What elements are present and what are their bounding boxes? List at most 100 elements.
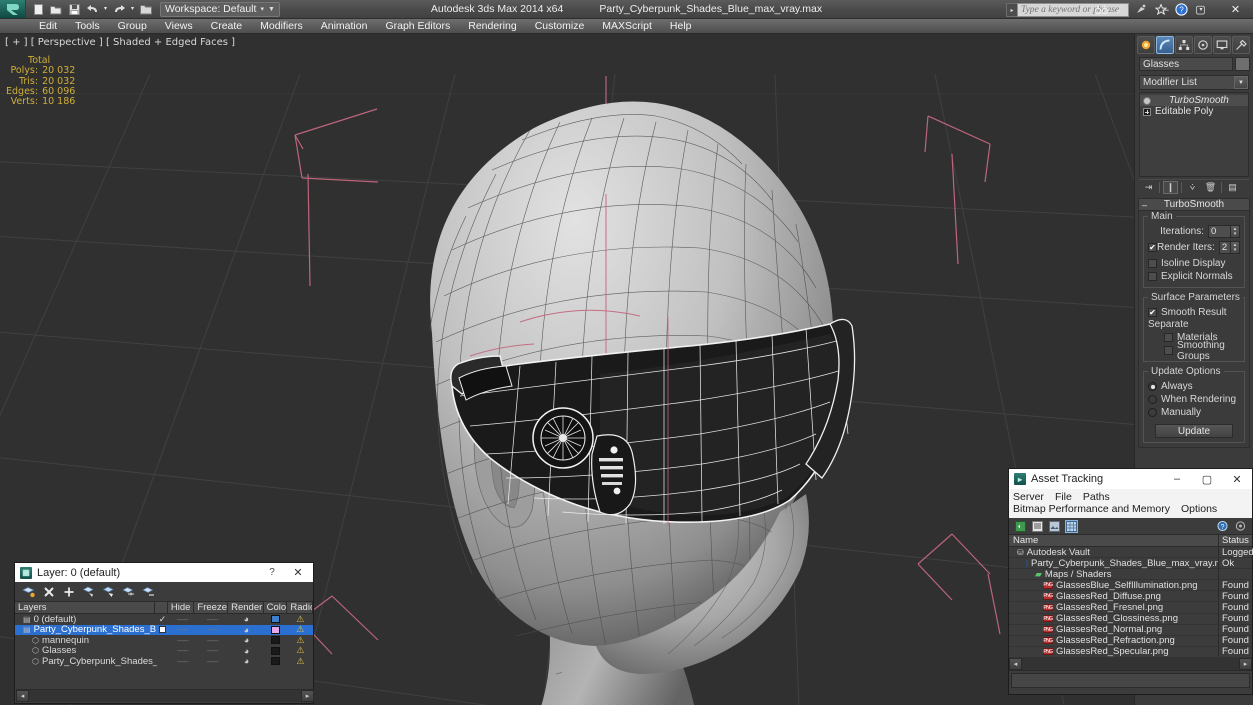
table-row[interactable]: ⬡ Party_Cyberpunk_Shades_Blue ––– ––– ◕ …	[15, 656, 313, 667]
table-row[interactable]: ▤ 0 (default) ✓ ––– ––– ◕ ⚠	[15, 614, 313, 625]
redo-button[interactable]	[111, 2, 127, 17]
layer-hide-cell[interactable]: –––	[169, 636, 195, 645]
hide-unhide-icon[interactable]	[122, 585, 135, 598]
column-select[interactable]	[155, 602, 168, 613]
layer-radiosity-cell[interactable]: ⚠	[288, 614, 313, 625]
display-tab[interactable]	[1213, 36, 1231, 54]
layer-render-cell[interactable]: ◕	[229, 625, 264, 635]
layer-render-cell[interactable]: ◕	[229, 614, 264, 624]
iterations-value[interactable]: 0	[1208, 225, 1231, 238]
menu-help[interactable]: Help	[661, 19, 701, 34]
help-icon[interactable]: ?	[1216, 520, 1229, 533]
layer-radiosity-cell[interactable]: ⚠	[288, 624, 313, 635]
asset-menu-server[interactable]: Server	[1013, 491, 1044, 503]
table-row[interactable]: ⬡ Glasses ––– ––– ◕ ⚠	[15, 645, 313, 656]
collapse-icon[interactable]: –	[1142, 200, 1147, 210]
hierarchy-tab[interactable]	[1175, 36, 1193, 54]
thumbnail-view-icon[interactable]	[1048, 520, 1061, 533]
menu-group[interactable]: Group	[109, 19, 156, 34]
undo-dropdown-button[interactable]: ▾	[102, 2, 109, 17]
scroll-left-button[interactable]: ◂	[1009, 658, 1022, 671]
layers-dialog-titlebar[interactable]: ▦ Layer: 0 (default) ? ✕	[15, 563, 313, 582]
asset-name-cell[interactable]: PNG GlassesRed_Normal.png	[1009, 624, 1219, 636]
modify-tab[interactable]	[1156, 36, 1174, 54]
column-layers[interactable]: Layers	[15, 602, 155, 613]
smooth-result-row[interactable]: ✔ Smooth Result	[1148, 306, 1240, 319]
about-icon[interactable]	[1234, 520, 1247, 533]
search-dropdown-icon[interactable]: ▸	[1006, 3, 1017, 17]
asset-name-cell[interactable]: PNG GlassesRed_Refraction.png	[1009, 635, 1219, 647]
asset-menu-paths[interactable]: Paths	[1083, 491, 1110, 503]
asset-tracking-dialog[interactable]: ▸ Asset Tracking – ▢ ✕ Server File PathsBi…	[1008, 468, 1253, 695]
layer-hide-cell[interactable]: –––	[169, 615, 195, 624]
column-render[interactable]: Render	[228, 602, 264, 613]
modifier-list-dropdown[interactable]: Modifier List ▼	[1139, 75, 1249, 90]
asset-name-cell[interactable]: Party_Cyberpunk_Shades_Blue_max_vray.max	[1009, 557, 1219, 569]
save-file-button[interactable]	[66, 2, 82, 17]
add-selection-to-layer-icon[interactable]	[62, 585, 75, 598]
show-end-result-icon[interactable]: ❙	[1163, 180, 1178, 194]
asset-name-cell[interactable]: ▰ Maps / Shaders	[1009, 568, 1219, 580]
scroll-right-button[interactable]: ▸	[301, 690, 314, 702]
render-iters-value[interactable]: 2	[1218, 241, 1231, 254]
table-row[interactable]: PNG GlassesRed_Normal.png Found	[1009, 624, 1252, 636]
layer-radiosity-cell[interactable]: ⚠	[288, 656, 313, 667]
asset-minimize-button[interactable]: –	[1162, 469, 1192, 489]
menu-tools[interactable]: Tools	[66, 19, 109, 34]
iterations-spinner[interactable]: 0 ▴ ▾	[1208, 225, 1240, 238]
table-row[interactable]: PNG GlassesRed_Fresnel.png Found	[1009, 601, 1252, 614]
select-objects-in-layer-icon[interactable]	[82, 585, 95, 598]
layer-freeze-cell[interactable]: –––	[196, 646, 229, 655]
satellite-icon[interactable]	[1134, 2, 1148, 16]
asset-row-list[interactable]: ⛁ Autodesk Vault Logged Party_Cyberpunk_…	[1009, 546, 1253, 658]
wrench-icon[interactable]	[1114, 2, 1128, 16]
update-always-row[interactable]: Always	[1148, 380, 1240, 393]
asset-maximize-button[interactable]: ▢	[1192, 469, 1222, 489]
layer-hide-cell[interactable]: –––	[169, 657, 195, 666]
layer-name-cell[interactable]: ⬡ Glasses	[15, 645, 157, 656]
undo-button[interactable]	[84, 2, 100, 17]
menu-views[interactable]: Views	[156, 19, 202, 34]
layers-row-list[interactable]: ▤ 0 (default) ✓ ––– ––– ◕ ⚠ ▤ Party_Cybe…	[15, 614, 313, 676]
layer-name-cell[interactable]: ▤ 0 (default)	[15, 614, 156, 625]
scroll-left-button[interactable]: ◂	[16, 690, 29, 702]
layer-hide-cell[interactable]: –––	[169, 625, 195, 634]
render-iters-spin-arrows[interactable]: ▴ ▾	[1231, 241, 1240, 254]
create-new-layer-icon[interactable]	[22, 585, 35, 598]
table-row[interactable]: ▰ Maps / Shaders	[1009, 568, 1252, 581]
close-button[interactable]: ✕	[1218, 0, 1253, 19]
asset-horizontal-scrollbar[interactable]: ◂ ▸	[1009, 657, 1252, 671]
grid-view-icon[interactable]	[1065, 519, 1078, 533]
asset-name-cell[interactable]: PNG GlassesRed_Glossiness.png	[1009, 613, 1219, 625]
layer-freeze-cell[interactable]: –––	[196, 657, 229, 666]
table-row[interactable]: Party_Cyberpunk_Shades_Blue_max_vray.max…	[1009, 557, 1252, 570]
project-folder-button[interactable]	[138, 2, 154, 17]
layer-color-cell[interactable]	[264, 615, 288, 624]
menu-edit[interactable]: Edit	[30, 19, 66, 34]
table-row[interactable]: ⬡ mannequin ––– ––– ◕ ⚠	[15, 635, 313, 646]
list-view-icon[interactable]	[1031, 520, 1044, 533]
app-logo-icon[interactable]	[0, 0, 26, 18]
create-tab[interactable]	[1137, 36, 1155, 54]
layer-color-cell[interactable]	[264, 625, 288, 634]
layer-color-cell[interactable]	[264, 657, 287, 666]
asset-menu-bitmap-performance[interactable]: Bitmap Performance and Memory	[1013, 503, 1170, 515]
separate-smoothing-groups-row[interactable]: Smoothing Groups	[1148, 340, 1240, 362]
asset-close-button[interactable]: ✕	[1222, 469, 1252, 489]
update-when-rendering-row[interactable]: When Rendering	[1148, 393, 1240, 406]
smooth-result-checkbox[interactable]: ✔	[1148, 308, 1157, 317]
scroll-right-button[interactable]: ▸	[1239, 658, 1252, 671]
layer-color-cell[interactable]	[264, 646, 287, 655]
open-file-button[interactable]	[48, 2, 64, 17]
isoline-display-checkbox[interactable]	[1148, 259, 1157, 268]
column-status[interactable]: Status	[1219, 535, 1252, 546]
refresh-icon[interactable]	[1014, 520, 1027, 533]
menu-create[interactable]: Create	[202, 19, 252, 34]
layer-select-cell[interactable]	[156, 626, 169, 634]
layers-dialog[interactable]: ▦ Layer: 0 (default) ? ✕ Layers Hide Fre…	[14, 562, 314, 704]
layers-horizontal-scrollbar[interactable]: ◂ ▸	[16, 689, 314, 702]
layer-render-cell[interactable]: ◕	[229, 646, 264, 656]
table-row[interactable]: PNG GlassesRed_Diffuse.png Found	[1009, 590, 1252, 603]
asset-dialog-titlebar[interactable]: ▸ Asset Tracking – ▢ ✕	[1009, 469, 1252, 489]
asset-menu-file[interactable]: File	[1055, 491, 1072, 503]
